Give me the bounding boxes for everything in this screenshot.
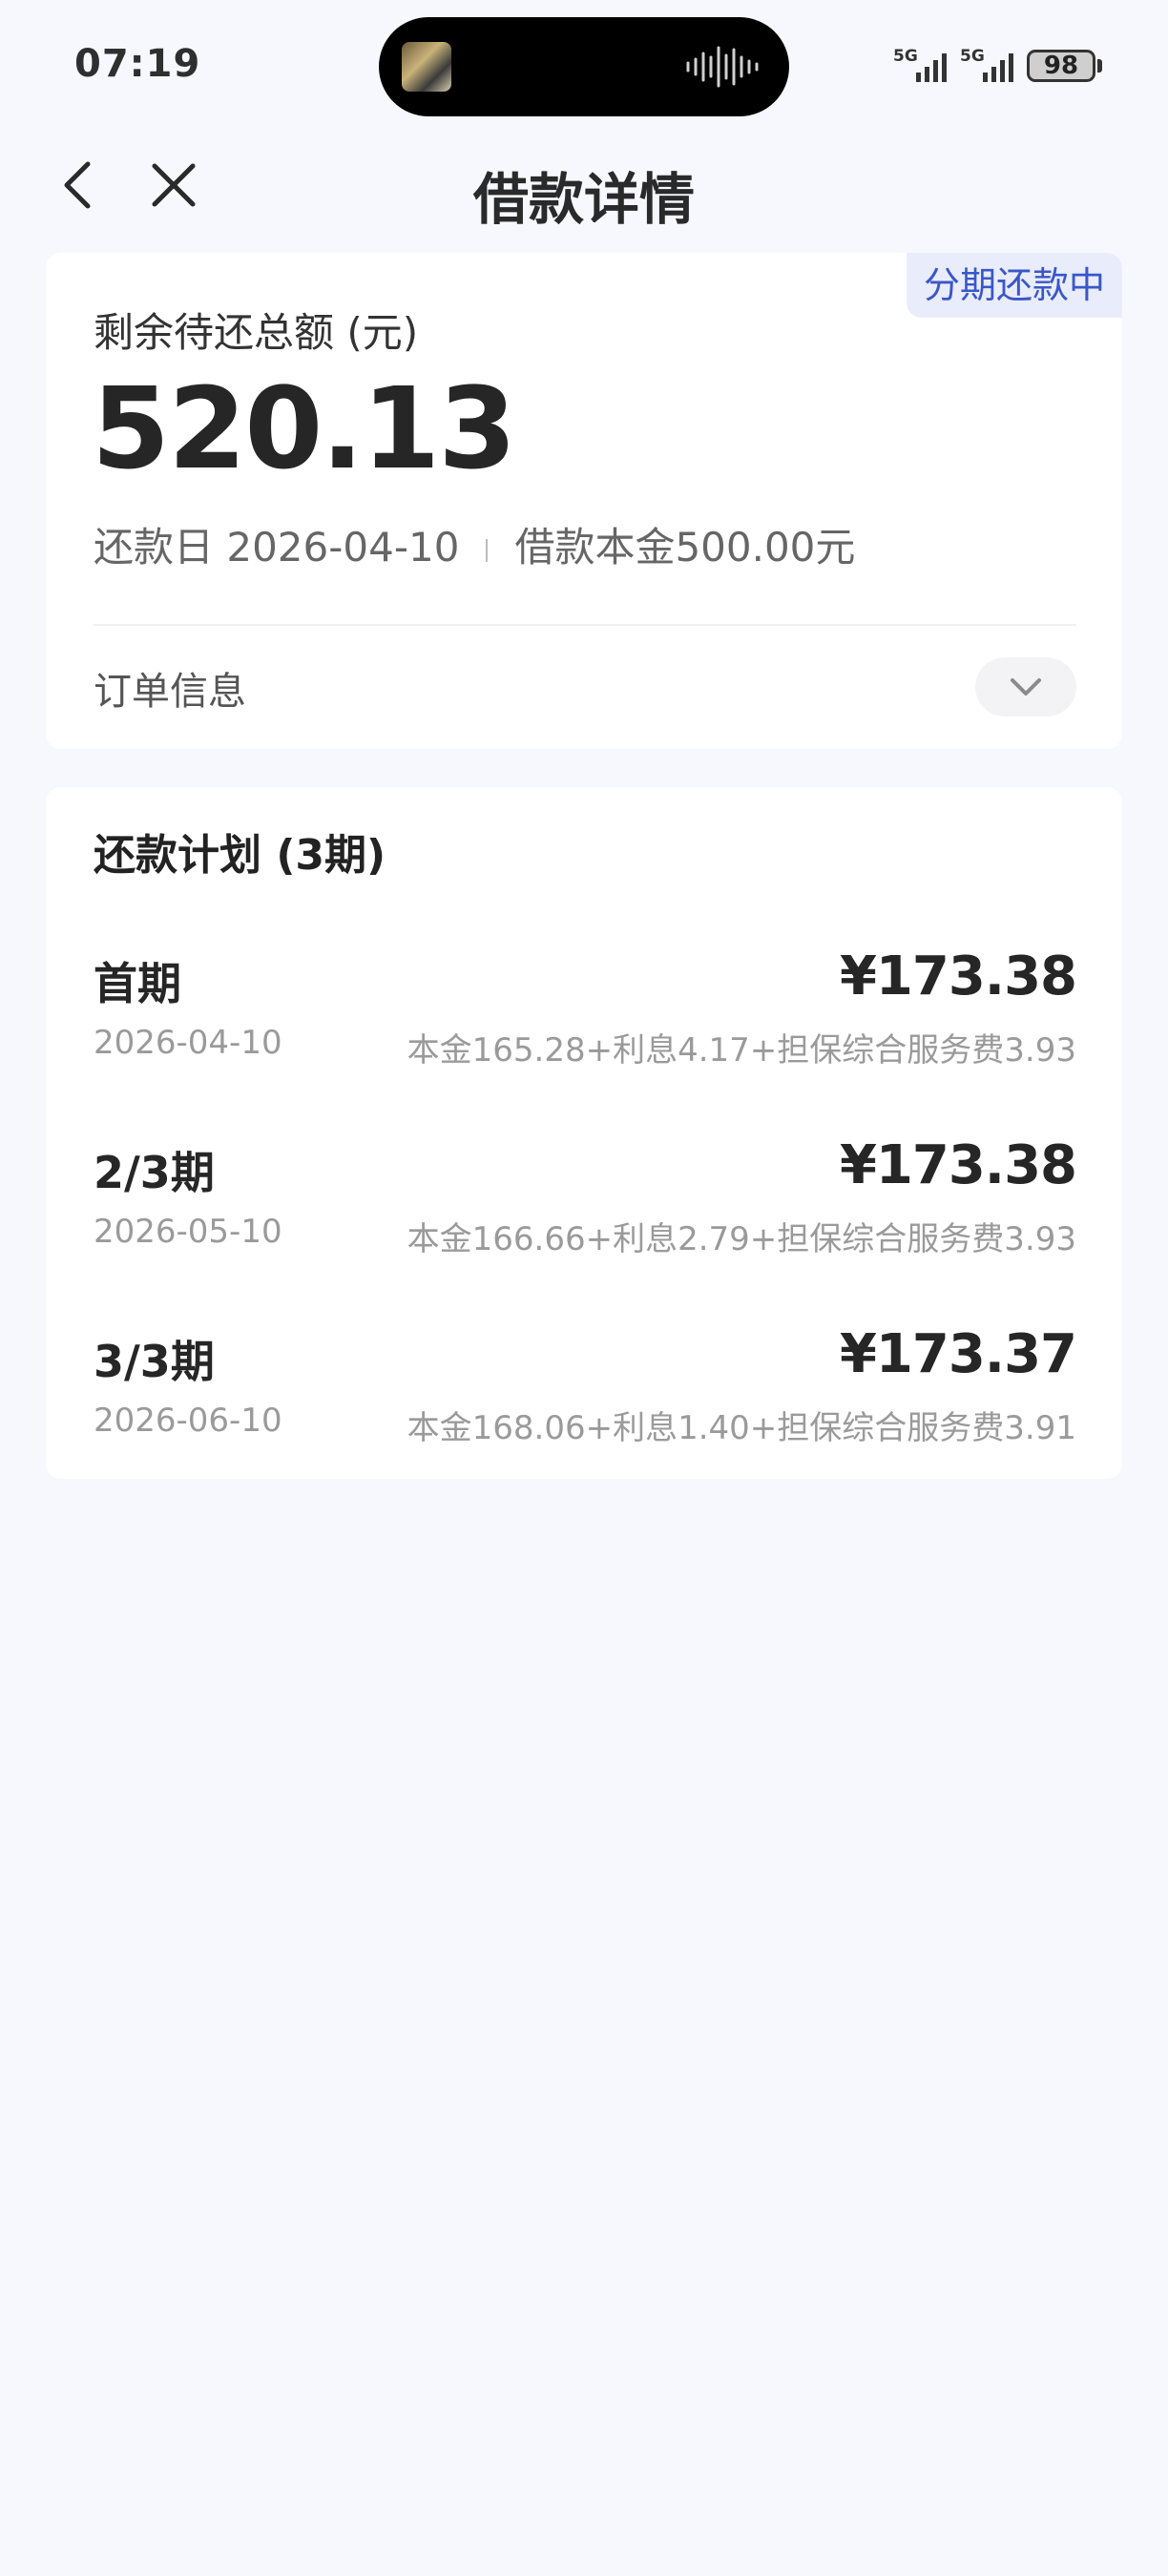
status-badge: 分期还款中: [906, 253, 1122, 318]
remaining-total-label: 剩余待还总额 (元): [94, 309, 419, 356]
installment-breakdown: 本金165.28+利息4.17+担保综合服务费3.93: [407, 1031, 1076, 1070]
installment-amount: ¥173.37: [839, 1323, 1077, 1385]
network-type-label: 5G: [893, 47, 918, 66]
nav-bar: 借款详情: [0, 134, 1168, 239]
page-title: 借款详情: [472, 167, 695, 232]
due-date: 还款日 2026-04-10: [94, 524, 460, 571]
order-info-expand-button[interactable]: [975, 657, 1076, 717]
installment-row[interactable]: 3/3期 ¥173.37 2026-06-10 本金168.06+利息1.40+…: [94, 1323, 1077, 1480]
network-type-label: 5G: [960, 47, 985, 66]
installment-row[interactable]: 首期 ¥173.38 2026-04-10 本金165.28+利息4.17+担保…: [94, 945, 1077, 1102]
battery-icon: 98: [1027, 50, 1095, 82]
status-bar: 07:19 5G 5G 98: [0, 0, 1168, 134]
installment-amount: ¥173.38: [839, 1134, 1077, 1196]
media-thumbnail: [402, 42, 451, 92]
repayment-plan-title: 还款计划 (3期): [94, 831, 386, 880]
installment-row[interactable]: 2/3期 ¥173.38 2026-05-10 本金166.66+利息2.79+…: [94, 1134, 1077, 1291]
battery-tip: [1097, 59, 1102, 73]
audio-wave-icon: [686, 46, 759, 88]
signal-icon: 5G: [893, 47, 947, 82]
installment-label: 首期: [94, 958, 181, 1009]
installment-amount: ¥173.38: [839, 945, 1077, 1008]
installment-date: 2026-04-10: [94, 1024, 282, 1062]
loan-principal: 借款本金500.00元: [514, 524, 856, 571]
remaining-total-amount: 520.13: [92, 363, 516, 494]
repayment-plan-card: 还款计划 (3期) 首期 ¥173.38 2026-04-10 本金165.28…: [46, 787, 1122, 1479]
order-info-label: 订单信息: [94, 670, 246, 714]
chevron-down-icon: [1011, 678, 1041, 696]
installment-label: 2/3期: [94, 1147, 215, 1198]
dynamic-island[interactable]: [379, 17, 789, 116]
installment-breakdown: 本金166.66+利息2.79+担保综合服务费3.93: [407, 1220, 1076, 1258]
installment-label: 3/3期: [94, 1336, 215, 1387]
installment-breakdown: 本金168.06+利息1.40+担保综合服务费3.91: [407, 1409, 1076, 1447]
status-time: 07:19: [74, 42, 201, 86]
meta-separator: [486, 538, 489, 562]
loan-meta-row: 还款日 2026-04-10 借款本金500.00元: [94, 515, 855, 573]
divider: [94, 624, 1076, 626]
signal-icon: 5G: [960, 47, 1013, 82]
installment-date: 2026-05-10: [94, 1213, 282, 1251]
loan-summary-card: 分期还款中 剩余待还总额 (元) 520.13 还款日 2026-04-10 借款…: [46, 253, 1122, 749]
installment-date: 2026-06-10: [94, 1402, 282, 1440]
